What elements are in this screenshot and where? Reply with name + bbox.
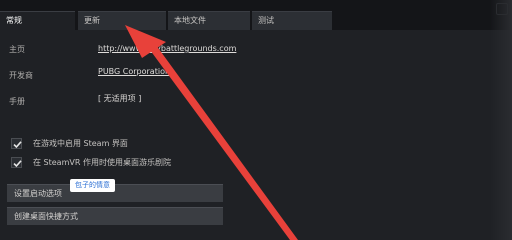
red-arrow-annotation xyxy=(125,25,298,240)
right-edge-shadow xyxy=(490,0,512,240)
arrow-shaft xyxy=(150,45,298,240)
